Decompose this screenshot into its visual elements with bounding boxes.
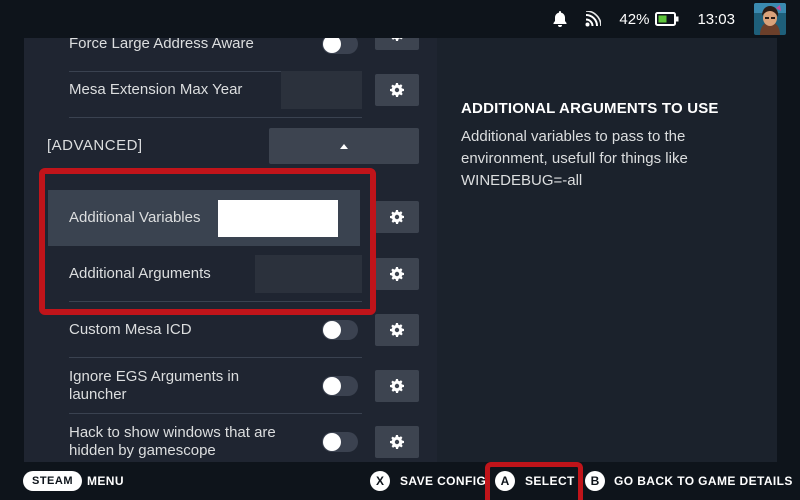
setting-row-additional-variables[interactable]: Additional Variables <box>48 190 360 246</box>
mesa-extension-input[interactable] <box>281 70 362 109</box>
force-large-address-toggle[interactable] <box>322 38 358 54</box>
additional-variables-input[interactable] <box>218 199 338 237</box>
select-highlight-annotation <box>485 462 583 500</box>
setting-row-mesa-extension[interactable]: Mesa Extension Max Year <box>69 62 362 118</box>
force-large-address-gear-button[interactable] <box>375 38 419 50</box>
help-title: ADDITIONAL ARGUMENTS TO USE <box>461 100 719 117</box>
notification-bell-icon[interactable] <box>553 11 567 27</box>
setting-label: Custom Mesa ICD <box>69 320 192 338</box>
setting-row-additional-arguments[interactable]: Additional Arguments <box>69 246 362 302</box>
gear-icon <box>391 38 403 41</box>
setting-label: Additional Arguments <box>69 264 211 282</box>
setting-row-ignore-egs[interactable]: Ignore EGS Arguments in launcher <box>69 358 362 414</box>
gear-icon <box>390 435 404 449</box>
custom-mesa-icd-toggle[interactable] <box>322 319 358 340</box>
steam-button[interactable]: STEAM <box>23 471 82 491</box>
setting-label: Hack to show windows that are hidden by … <box>69 424 276 459</box>
mesa-extension-gear-button[interactable] <box>375 74 419 106</box>
section-header-advanced: [ADVANCED] <box>47 137 143 154</box>
help-description: Additional variables to pass to the envi… <box>461 128 688 189</box>
settings-panel: Force Large Address Aware Mesa Extension… <box>24 38 437 462</box>
setting-row-custom-mesa-icd[interactable]: Custom Mesa ICD <box>69 302 362 358</box>
menu-label: MENU <box>87 474 124 488</box>
cast-signal-icon <box>585 11 602 27</box>
hack-windows-toggle[interactable] <box>322 432 358 452</box>
setting-label: Force Large Address Aware <box>69 38 254 52</box>
battery-percent: 42% <box>619 10 650 28</box>
setting-label: Additional Variables <box>69 209 201 226</box>
gear-icon <box>390 83 404 97</box>
ignore-egs-gear-button[interactable] <box>375 370 419 402</box>
hack-windows-gear-button[interactable] <box>375 426 419 458</box>
gear-icon <box>390 210 404 224</box>
additional-arguments-input[interactable] <box>255 254 362 293</box>
go-back-label[interactable]: GO BACK TO GAME DETAILS <box>614 473 793 489</box>
setting-label: Mesa Extension Max Year <box>69 80 243 98</box>
save-config-label[interactable]: SAVE CONFIG <box>400 473 486 489</box>
clock: 13:03 <box>697 10 735 28</box>
additional-arguments-gear-button[interactable] <box>375 258 419 290</box>
ignore-egs-toggle[interactable] <box>322 375 358 396</box>
user-avatar[interactable] <box>754 3 786 35</box>
setting-row-hack-windows[interactable]: Hack to show windows that are hidden by … <box>69 414 362 462</box>
custom-mesa-icd-gear-button[interactable] <box>375 314 419 346</box>
footer-bar: STEAM MENU X SAVE CONFIG A SELECT B GO B… <box>0 462 800 500</box>
collapse-advanced-button[interactable] <box>269 128 419 164</box>
gear-icon <box>390 323 404 337</box>
battery-icon <box>655 12 679 26</box>
b-button-icon[interactable]: B <box>585 471 605 491</box>
setting-label: Ignore EGS Arguments in launcher <box>69 367 240 403</box>
gear-icon <box>390 267 404 281</box>
x-button-icon[interactable]: X <box>370 471 390 491</box>
help-panel: ADDITIONAL ARGUMENTS TO USE Additional v… <box>437 38 777 462</box>
caret-up-icon <box>340 143 348 149</box>
additional-variables-gear-button[interactable] <box>375 201 419 233</box>
gear-icon <box>390 379 404 393</box>
status-bar: 42% 13:03 <box>0 0 800 38</box>
